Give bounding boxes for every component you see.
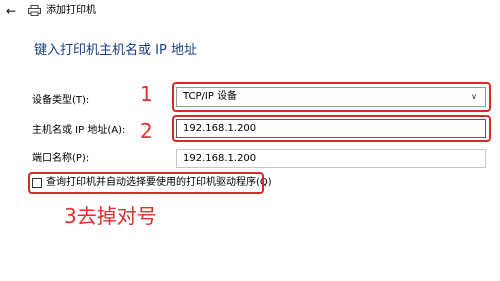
annotation-number-2: 2 xyxy=(140,119,153,143)
annotation-box-1 xyxy=(172,82,491,112)
annotation-box-2 xyxy=(172,115,491,142)
annotation-note-3: 3去掉对号 xyxy=(64,204,157,228)
page-heading: 键入打印机主机名或 IP 地址 xyxy=(34,43,197,58)
annotation-box-3 xyxy=(28,172,264,194)
device-type-label: 设备类型(T): xyxy=(32,95,90,106)
port-name-label: 端口名称(P): xyxy=(32,153,90,164)
port-name-input[interactable] xyxy=(176,149,486,168)
printer-icon xyxy=(28,5,41,16)
annotation-number-1: 1 xyxy=(140,82,153,106)
window-title: 添加打印机 xyxy=(46,5,96,16)
hostname-label: 主机名或 IP 地址(A): xyxy=(32,125,126,136)
back-arrow-icon[interactable]: ← xyxy=(6,5,16,17)
